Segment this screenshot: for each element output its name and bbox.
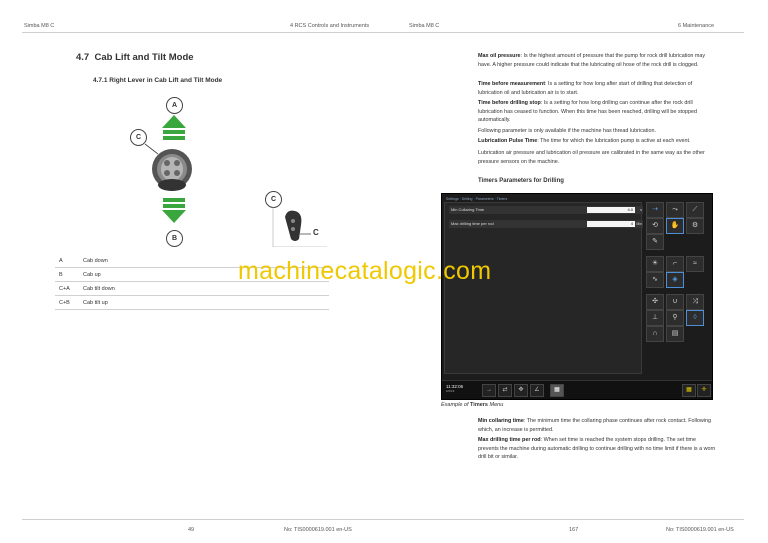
water-icon[interactable]: ≈ <box>686 256 704 272</box>
hand-icon[interactable]: ✋ <box>666 218 684 234</box>
pulse-icon[interactable]: ∿ <box>646 272 664 288</box>
timers-title: Timers Parameters for Drilling <box>478 178 564 184</box>
lever-icon <box>144 143 192 191</box>
tool-icon[interactable]: ⚲ <box>666 310 684 326</box>
footer-left-docno: No: TIS0000619.001 en-US <box>284 527 352 533</box>
header-right-doc: Simba M8 C <box>409 23 440 29</box>
para-thread-lubrication: Following parameter is only available if… <box>478 128 656 134</box>
magnet-icon[interactable]: ∪ <box>666 294 684 310</box>
footer-right-docno: No: TIS0000619.001 en-US <box>666 527 734 533</box>
callout-c-detail: C <box>265 191 282 208</box>
edit-icon[interactable]: ✎ <box>646 234 664 250</box>
timers-screen: Settings · Drilling · Parameters · Timer… <box>441 193 713 400</box>
footer-right-page: 167 <box>569 527 579 533</box>
figure-caption: Example of Timers Menu <box>441 402 504 408</box>
para-min-collaring-time: Min collaring time: The minimum time the… <box>478 418 711 433</box>
crosshair-icon[interactable]: ✛ <box>697 384 711 397</box>
header-right-chapter: 6 Maintenance <box>678 23 715 29</box>
drop-icon[interactable]: ◊ <box>686 310 704 326</box>
down-arrow-icon <box>162 198 186 223</box>
min-collaring-row[interactable]: Min Collaring Time 4.0 s <box>449 206 643 214</box>
light-icon[interactable]: ☀ <box>646 256 664 272</box>
layers-icon[interactable]: ▤ <box>666 326 684 342</box>
header-rule <box>22 32 744 33</box>
cap-icon[interactable]: ∩ <box>646 326 664 342</box>
swap-icon[interactable]: ⇄ <box>498 384 512 397</box>
move-icon[interactable]: ✥ <box>514 384 528 397</box>
arrow-icon[interactable]: → <box>482 384 496 397</box>
drill-forward-icon[interactable]: ⇢ <box>646 202 664 218</box>
para-time-before-measurement: Time before measurement: Is a setting fo… <box>478 81 693 96</box>
para-time-before-drilling-stop: Time before drilling stop: Is a setting … <box>478 100 698 124</box>
settings-icon[interactable]: ⚙ <box>686 218 704 234</box>
watermark: machinecatalogic.com <box>238 257 492 285</box>
para-lubrication-pulse: Lubrication Pulse Time: The time for whi… <box>478 138 691 144</box>
hand-lever-icon <box>272 207 327 247</box>
angle-icon[interactable]: ∠ <box>530 384 544 397</box>
screen-clock: 11:32:06 2/2/19 <box>446 384 464 393</box>
rotation-icon[interactable]: ⟲ <box>646 218 664 234</box>
footer-rule <box>22 519 744 520</box>
callout-a: A <box>166 97 183 114</box>
callout-c-label: C <box>313 228 319 237</box>
screen-bottom-bar: 11:32:06 2/2/19 → ⇄ ✥ ∠ ▦ ▦ ✛ <box>442 380 712 399</box>
para-max-drilling-time: Max drilling time per rod: When set time… <box>478 437 716 461</box>
grid-yellow-icon[interactable]: ▦ <box>682 384 696 397</box>
header-left-chapter: 4 RCS Controls and Instruments <box>290 23 370 29</box>
min-collaring-input[interactable]: 4.0 <box>587 207 635 213</box>
up-arrow-icon <box>162 115 186 140</box>
screen-breadcrumb: Settings · Drilling · Parameters · Timer… <box>446 197 508 201</box>
shuffle-icon[interactable]: ⤨ <box>686 294 704 310</box>
function-grid: ⇢ ⤳ ⟋ ⟲ ✋ ⚙ ✎ ☀ ⌐ ≈ ∿ ◈ ✣ ∪ ⤨ ⊥ ⚲ ◊ ∩ ▤ <box>646 198 708 376</box>
bracket-icon[interactable]: ⌐ <box>666 256 684 272</box>
subsection-title: 4.7.1 Right Lever in Cab Lift and Tilt M… <box>93 77 223 84</box>
max-drilling-time-input[interactable]: 4 <box>587 221 635 227</box>
header-left-doc: Simba M8 C <box>24 23 55 29</box>
boom-icon[interactable]: ⟋ <box>686 202 704 218</box>
parameters-panel: Min Collaring Time 4.0 s Max drilling ti… <box>444 202 643 374</box>
para-max-oil-pressure: Max oil pressure: Is the highest amount … <box>478 53 706 68</box>
table-row: C+B Cab tilt up <box>55 295 329 310</box>
footer-left-page: 49 <box>188 527 195 533</box>
spread-icon[interactable]: ✣ <box>646 294 664 310</box>
feed-icon[interactable]: ⤳ <box>666 202 684 218</box>
bit-icon[interactable]: ⊥ <box>646 310 664 326</box>
callout-b: B <box>166 230 183 247</box>
grid-menu-icon[interactable]: ▦ <box>550 384 564 397</box>
para-calibration: Lubrication air pressure and lubrication… <box>478 150 705 165</box>
lubrication-icon[interactable]: ◈ <box>666 272 684 288</box>
section-title: 4.7 Cab Lift and Tilt Mode <box>76 52 194 63</box>
max-drilling-time-row[interactable]: Max drilling time per rod 4 Min <box>449 220 643 228</box>
